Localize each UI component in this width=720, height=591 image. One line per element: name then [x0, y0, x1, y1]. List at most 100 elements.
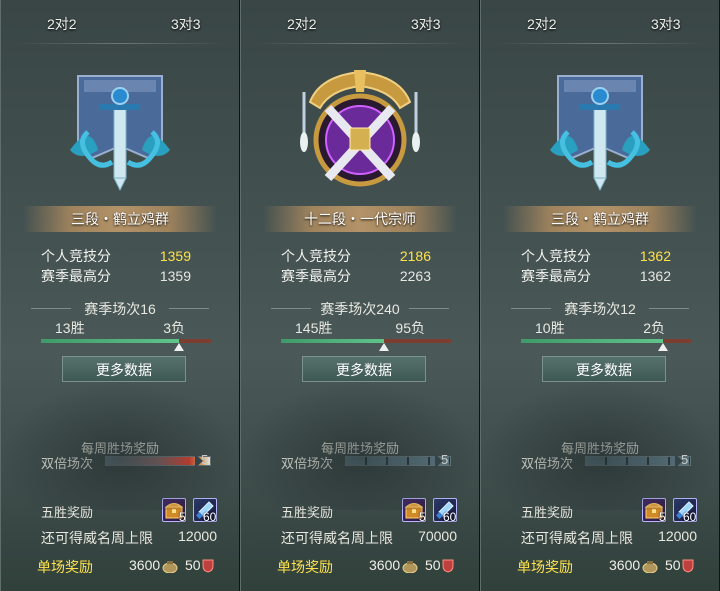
win-ratio-marker	[378, 343, 389, 351]
win-loss-bar	[521, 339, 691, 351]
chest-quantity: 5	[419, 510, 426, 524]
double-matches-count: 5	[674, 452, 689, 468]
more-data-button[interactable]: 更多数据	[542, 356, 666, 382]
weekly-cap-value: 12000	[178, 528, 217, 544]
win-loss-bar	[281, 339, 451, 351]
win-ratio-marker	[174, 343, 185, 351]
personal-score-value: 1362	[639, 248, 671, 264]
weekly-cap-label: 还可得威名周上限	[281, 530, 393, 546]
win-fill	[41, 339, 180, 343]
chest-quantity: 5	[179, 510, 186, 524]
single-match-badge-value: 50	[185, 557, 201, 573]
season-high-value: 1359	[159, 268, 191, 284]
rank-title: 三段・鹤立鸡群	[23, 206, 217, 232]
season-high-value: 2263	[399, 268, 431, 284]
mode-tabs: 2对2 3对3	[481, 0, 719, 44]
more-data-button[interactable]: 更多数据	[62, 356, 186, 382]
five-win-reward-label: 五胜奖励	[281, 505, 334, 520]
season-high-row: 赛季最高分 2263	[281, 266, 431, 286]
win-fill	[521, 339, 663, 343]
losses-count: 3负	[163, 320, 185, 336]
weekly-cap-label: 还可得威名周上限	[41, 530, 153, 546]
red-shield-icon	[442, 559, 454, 573]
tab-divider	[15, 43, 225, 44]
tab-3v3[interactable]: 3对3	[171, 14, 201, 34]
double-matches-count: 5	[434, 452, 449, 468]
season-high-row: 赛季最高分 1362	[521, 266, 671, 286]
coin-pouch-icon	[162, 561, 178, 573]
more-data-button[interactable]: 更多数据	[302, 356, 426, 382]
season-high-label: 赛季最高分	[521, 268, 591, 284]
losses-count: 2负	[643, 320, 665, 336]
single-match-coins: 3600	[369, 557, 401, 573]
mode-tabs: 2对2 3对3	[241, 0, 479, 44]
personal-score-row: 个人竞技分 1362	[521, 246, 671, 266]
rank-title: 三段・鹤立鸡群	[503, 206, 697, 232]
mode-tabs: 2对2 3对3	[1, 0, 239, 44]
arena-panel-1: 2对2 3对3 三段・鹤立鸡群 个人竞技分 1359 赛季最高分 1359 赛季…	[0, 0, 240, 591]
season-high-label: 赛季最高分	[281, 268, 351, 284]
arena-panels: 2对2 3对3 三段・鹤立鸡群 个人竞技分 1359 赛季最高分 1359 赛季…	[0, 0, 720, 591]
double-matches-count: 5	[194, 452, 209, 468]
season-matches: 赛季场次16	[31, 299, 209, 319]
grandmaster-crossed-swords-emblem-icon	[300, 70, 420, 187]
season-matches: 赛季场次240	[271, 299, 449, 319]
double-matches-label: 双倍场次	[521, 456, 574, 471]
arena-panel-3: 2对2 3对3 三段・鹤立鸡群 个人竞技分 1362 赛季最高分 1362 赛季…	[480, 0, 720, 591]
wins-count: 13胜	[55, 320, 85, 336]
single-match-reward-label: 单场奖励	[517, 559, 573, 575]
weekly-cap-value: 70000	[418, 528, 457, 544]
red-shield-icon	[682, 559, 694, 573]
wins-count: 10胜	[535, 320, 565, 336]
personal-score-label: 个人竞技分	[521, 248, 591, 264]
tab-3v3[interactable]: 3对3	[651, 14, 681, 34]
season-matches: 赛季场次12	[511, 299, 689, 319]
double-matches-label: 双倍场次	[281, 456, 334, 471]
five-win-reward-label: 五胜奖励	[41, 505, 94, 520]
single-match-badge-value: 50	[665, 557, 681, 573]
weekly-cap-value: 12000	[658, 528, 697, 544]
weekly-cap-row: 还可得威名周上限 12000	[521, 528, 697, 548]
personal-score-label: 个人竞技分	[41, 248, 111, 264]
single-match-reward-label: 单场奖励	[277, 559, 333, 575]
chest-quantity: 5	[659, 510, 666, 524]
tab-2v2[interactable]: 2对2	[287, 14, 317, 34]
sword-token-quantity: 60	[683, 510, 697, 524]
personal-score-value: 1359	[159, 248, 191, 264]
season-high-label: 赛季最高分	[41, 268, 111, 284]
arena-panel-2: 2对2 3对3 十二段・一代宗师 个人竞技分 2186 赛季最高分 2263 赛…	[240, 0, 480, 591]
tab-divider	[495, 43, 705, 44]
tab-2v2[interactable]: 2对2	[47, 14, 77, 34]
five-win-reward-label: 五胜奖励	[521, 505, 574, 520]
weekly-cap-row: 还可得威名周上限 12000	[41, 528, 217, 548]
red-shield-icon	[202, 559, 214, 573]
rank-title: 十二段・一代宗师	[263, 206, 457, 232]
season-high-row: 赛季最高分 1359	[41, 266, 191, 286]
season-high-value: 1362	[639, 268, 671, 284]
tab-3v3[interactable]: 3对3	[411, 14, 441, 34]
win-loss-bar	[41, 339, 211, 351]
personal-score-value: 2186	[399, 248, 431, 264]
single-match-coins: 3600	[129, 557, 161, 573]
coin-pouch-icon	[642, 561, 658, 573]
sword-banner-emblem-icon	[550, 75, 650, 192]
coin-pouch-icon	[402, 561, 418, 573]
tab-2v2[interactable]: 2对2	[527, 14, 557, 34]
sword-banner-emblem-icon	[70, 75, 170, 192]
personal-score-row: 个人竞技分 1359	[41, 246, 191, 266]
sword-token-quantity: 60	[203, 510, 217, 524]
win-ratio-marker	[657, 343, 668, 351]
tab-divider	[255, 43, 465, 44]
single-match-badge-value: 50	[425, 557, 441, 573]
personal-score-row: 个人竞技分 2186	[281, 246, 431, 266]
double-matches-label: 双倍场次	[41, 456, 94, 471]
single-match-reward-label: 单场奖励	[37, 559, 93, 575]
personal-score-label: 个人竞技分	[281, 248, 351, 264]
single-match-coins: 3600	[609, 557, 641, 573]
weekly-cap-row: 还可得威名周上限 70000	[281, 528, 457, 548]
wins-count: 145胜	[295, 320, 333, 336]
win-fill	[281, 339, 384, 343]
sword-token-quantity: 60	[443, 510, 457, 524]
losses-count: 95负	[395, 320, 425, 336]
weekly-cap-label: 还可得威名周上限	[521, 530, 633, 546]
